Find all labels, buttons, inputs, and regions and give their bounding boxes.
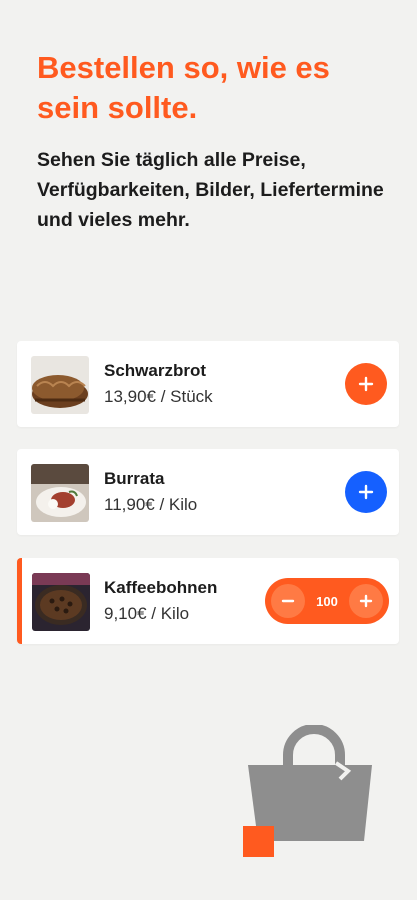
product-card-schwarzbrot[interactable]: Schwarzbrot 13,90€ / Stück (17, 341, 399, 427)
product-name: Schwarzbrot (104, 361, 207, 380)
product-price: 13,90€ / Stück (104, 387, 213, 406)
plus-icon (359, 594, 373, 608)
add-to-cart-button[interactable] (345, 363, 387, 405)
quantity-value: 100 (316, 593, 338, 609)
plus-icon (358, 376, 374, 392)
product-card-burrata[interactable]: Burrata 11,90€ / Kilo (17, 449, 399, 535)
product-price: 11,90€ / Kilo (104, 495, 198, 514)
plus-icon (358, 484, 374, 500)
shopping-bag-icon (240, 724, 380, 860)
product-card-kaffeebohnen[interactable]: Kaffeebohnen 9,10€ / Kilo 100 (17, 558, 399, 644)
increase-button[interactable] (349, 584, 383, 618)
product-name: Burrata (104, 469, 165, 488)
minus-icon (281, 599, 295, 603)
subheadline: Sehen Sie täglich alle Preise, Verfügbar… (37, 149, 384, 231)
quantity-stepper[interactable]: 100 (265, 578, 389, 624)
bread-image (31, 356, 89, 414)
add-to-cart-button[interactable] (345, 471, 387, 513)
product-name: Kaffeebohnen (104, 578, 218, 597)
product-price: 9,10€ / Kilo (104, 604, 190, 623)
coffee-beans-image (32, 573, 90, 631)
burrata-dish-image (31, 464, 89, 522)
decrease-button[interactable] (271, 584, 305, 618)
headline: Bestellen so, wie es sein sollte. (37, 50, 330, 125)
